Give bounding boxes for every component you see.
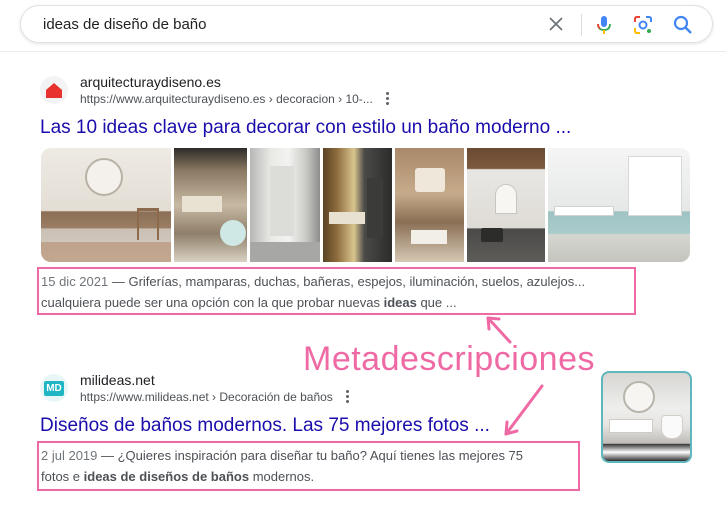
search-icon[interactable] bbox=[672, 14, 694, 36]
favicon-text: MD bbox=[44, 380, 64, 396]
highlight-box-1 bbox=[37, 267, 636, 315]
site-logo-icon: MD bbox=[40, 374, 68, 402]
image-thumbnail[interactable] bbox=[547, 148, 690, 262]
arrow-down-icon bbox=[504, 384, 544, 436]
arrow-up-icon bbox=[486, 316, 512, 344]
search-result-2: MD milideas.net https://www.milideas.net… bbox=[40, 370, 490, 438]
google-lens-icon[interactable] bbox=[632, 14, 654, 36]
highlight-box-2 bbox=[37, 441, 580, 491]
image-thumbnail[interactable] bbox=[395, 148, 465, 262]
search-input[interactable]: ideas de diseño de baño bbox=[43, 16, 206, 33]
clear-icon[interactable] bbox=[547, 15, 565, 33]
result-title-link[interactable]: Las 10 ideas clave para decorar con esti… bbox=[40, 116, 571, 140]
image-thumbnail[interactable] bbox=[250, 148, 320, 262]
search-divider bbox=[581, 14, 582, 36]
result-title-link[interactable]: Diseños de baños modernos. Las 75 mejore… bbox=[40, 414, 490, 438]
image-thumbnail[interactable] bbox=[174, 148, 248, 262]
search-result-1: arquitecturaydiseno.es https://www.arqui… bbox=[40, 72, 571, 140]
image-thumbnail[interactable] bbox=[467, 148, 545, 262]
url-text: https://www.arquitecturaydiseno.es › dec… bbox=[80, 92, 373, 106]
result-source[interactable]: MD milideas.net https://www.milideas.net… bbox=[40, 370, 490, 406]
site-name: milideas.net bbox=[80, 372, 155, 388]
mic-icon[interactable] bbox=[594, 14, 614, 36]
site-url: https://www.arquitecturaydiseno.es › dec… bbox=[80, 91, 389, 107]
result-thumbnail[interactable] bbox=[601, 371, 692, 463]
image-strip bbox=[41, 148, 690, 262]
more-options-icon[interactable] bbox=[385, 92, 389, 106]
result-source[interactable]: arquitecturaydiseno.es https://www.arqui… bbox=[40, 72, 571, 108]
image-thumbnail[interactable] bbox=[41, 148, 172, 262]
search-header: ideas de diseño de baño bbox=[0, 0, 726, 52]
image-thumbnail[interactable] bbox=[322, 148, 393, 262]
site-name: arquitecturaydiseno.es bbox=[80, 74, 221, 90]
site-url: https://www.milideas.net › Decoración de… bbox=[80, 389, 349, 405]
search-box[interactable]: ideas de diseño de baño bbox=[20, 5, 713, 43]
more-options-icon[interactable] bbox=[345, 390, 349, 404]
house-icon bbox=[40, 76, 68, 104]
url-text: https://www.milideas.net › Decoración de… bbox=[80, 390, 333, 404]
